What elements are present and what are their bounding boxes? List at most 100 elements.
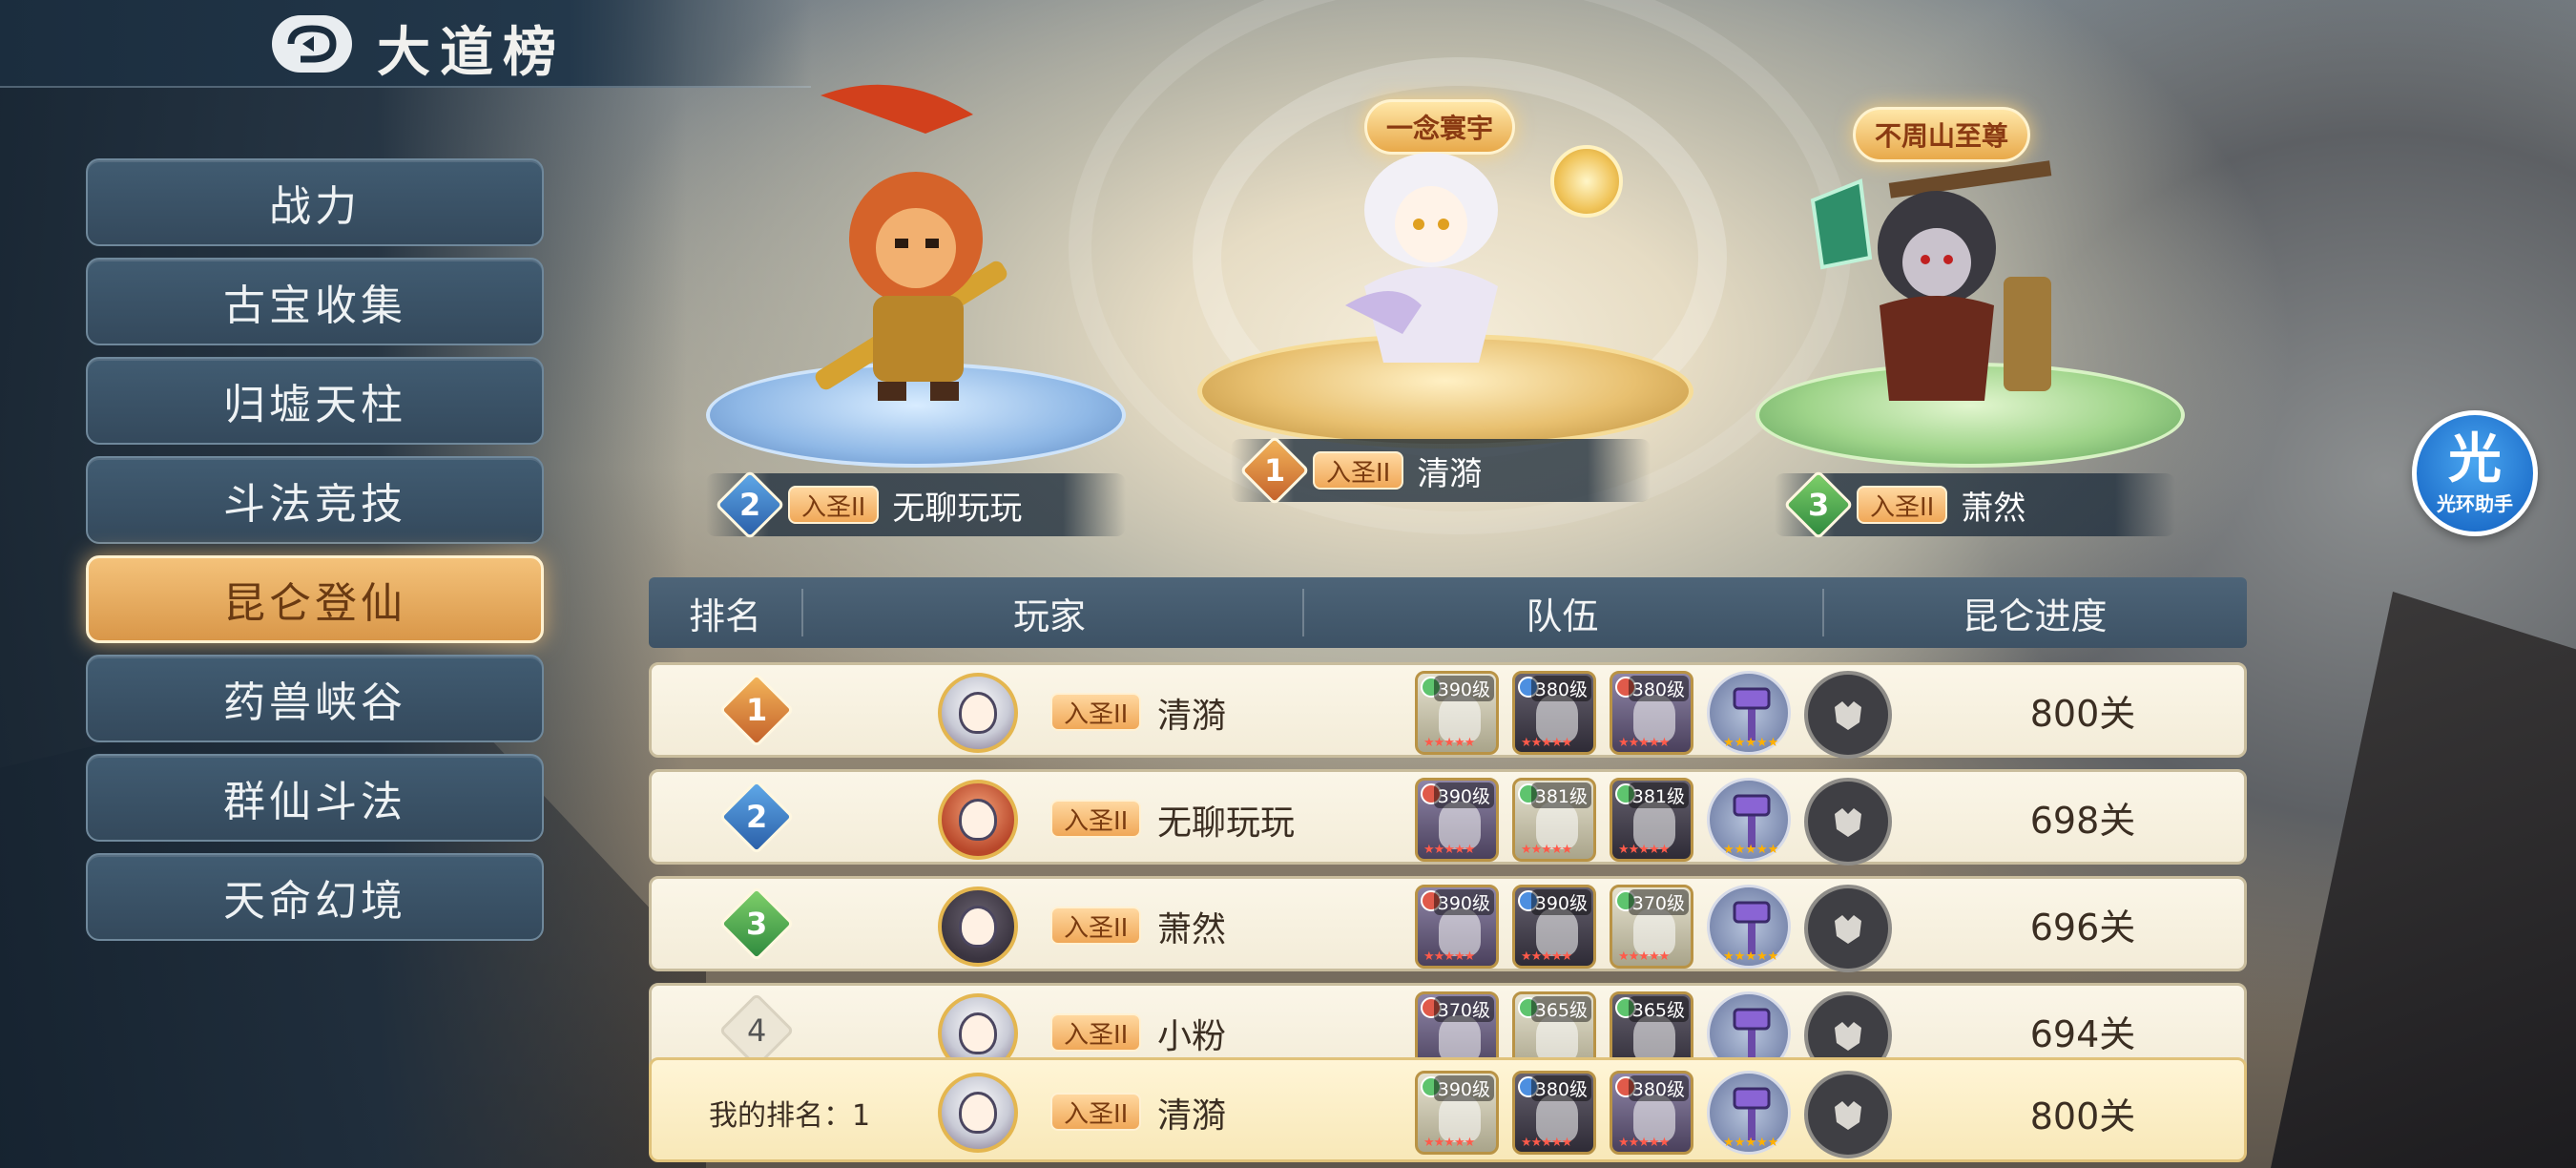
rank-cell: 1 [718,672,795,748]
player-name[interactable]: 清漪 [1157,688,1226,738]
hero-monkey-king[interactable] [782,76,1030,401]
unit-portrait[interactable]: 381级 ★★★★★ [1610,778,1693,862]
player-name[interactable]: 清漪 [1417,448,1482,494]
star-icon: ★★★★★ [1618,949,1670,964]
star-icon: ★★★★★ [1423,736,1475,750]
unit-portrait[interactable]: 390级 ★★★★★ [1415,1071,1499,1155]
star-icon: ★★★★★ [1521,736,1572,750]
avatar[interactable] [938,886,1018,967]
rank-cell: 3 [718,886,795,962]
background-rock [2271,592,2576,1168]
unit-level: 380级 [1628,1075,1689,1101]
rank-cell: 4 [718,992,795,1069]
hero-dark-cultivator[interactable] [1803,143,2080,410]
player-name[interactable]: 小粉 [1157,1009,1226,1058]
table-row[interactable]: 1 入圣II 清漪 390级 ★★★★★ 380级 ★★★★★ 380级 ★★★★★ … [649,662,2247,759]
hammer-icon[interactable]: ★★★★★ [1707,671,1791,755]
realm-badge: 入圣II [1050,907,1142,945]
kunlun-progress: 800关 [2029,1095,2136,1137]
unit-figure [1439,1015,1481,1063]
star-icon: ★★★★★ [1618,1136,1670,1150]
pet-icon[interactable] [1804,778,1892,866]
hammer-icon[interactable]: ★★★★★ [1707,1071,1791,1155]
star-icon: ★★★★★ [1723,843,1779,857]
my-rank-label: 我的排名：1 [709,1099,871,1133]
player-name[interactable]: 清漪 [1157,1088,1226,1137]
pet-icon[interactable] [1804,671,1892,759]
sidebar-item-guixu-pillar[interactable]: 归墟天柱 [86,357,544,445]
unit-level: 365级 [1530,996,1591,1022]
column-kunlun-progress: 昆仑进度 [1962,594,2108,637]
unit-portrait[interactable]: 380级 ★★★★★ [1512,671,1596,755]
rank-badge-2: 2 [715,469,785,540]
back-icon[interactable] [272,15,352,73]
pet-icon[interactable] [1804,885,1892,972]
unit-level: 370级 [1433,996,1494,1022]
assistant-label: 光环助手 [2437,491,2513,515]
avatar-face [959,1012,997,1054]
rank-badge-1: 1 [1239,435,1310,506]
star-icon: ★★★★★ [1723,1136,1779,1150]
column-player: 玩家 [1012,594,1086,637]
unit-figure [1536,1015,1578,1063]
unit-level: 390级 [1530,889,1591,915]
avatar-face [959,906,997,948]
player-name[interactable]: 无聊玩玩 [892,482,1022,529]
sidebar-item-destiny-realm[interactable]: 天命幻境 [86,853,544,941]
star-icon: ★★★★★ [1723,949,1779,964]
avatar[interactable] [938,780,1018,860]
table-row[interactable]: 3 入圣II 萧然 390级 ★★★★★ 390级 ★★★★★ 370级 ★★★★★ … [649,876,2247,972]
ranking-table-header: 排名 玩家 队伍 昆仑进度 [649,577,2247,648]
hammer-icon[interactable]: ★★★★★ [1707,778,1791,862]
table-row[interactable]: 2 入圣II 无聊玩玩 390级 ★★★★★ 381级 ★★★★★ 381级 ★★★★… [649,769,2247,866]
player-name[interactable]: 萧然 [1961,482,2025,529]
unit-portrait[interactable]: 390级 ★★★★★ [1415,778,1499,862]
my-rank-row[interactable]: 我的排名：1 入圣II 清漪 390级 ★★★★★ 380级 ★★★★★ 380级 ★… [649,1057,2247,1162]
avatar[interactable] [938,673,1018,753]
assistant-glyph: 光 [2448,428,2502,490]
sidebar-item-immortal-duel[interactable]: 群仙斗法 [86,754,544,842]
kunlun-progress: 698关 [2029,799,2136,842]
assistant-button[interactable]: 光 光环助手 [2412,410,2538,536]
podium-nameplate-second: 2 入圣II 无聊玩玩 [706,469,1126,540]
team-lineup: 390级 ★★★★★ 380级 ★★★★★ 380级 ★★★★★ ★★★★★ [1415,671,1892,759]
realm-badge: 入圣II [1050,800,1142,838]
unit-portrait[interactable]: 370级 ★★★★★ [1610,885,1693,969]
unit-level: 390级 [1433,889,1494,915]
realm-badge: 入圣II [1050,1013,1142,1052]
realm-badge: 入圣II [1313,451,1404,490]
team-lineup: 390级 ★★★★★ 380级 ★★★★★ 380级 ★★★★★ ★★★★★ [1415,1071,1892,1158]
sidebar-item-beast-valley[interactable]: 药兽峡谷 [86,655,544,742]
realm-badge: 入圣II [1050,1093,1142,1131]
podium-nameplate-third: 3 入圣II 萧然 [1775,469,2175,540]
star-icon: ★★★★★ [1521,1136,1572,1150]
player-name[interactable]: 萧然 [1157,902,1226,951]
unit-portrait[interactable]: 380级 ★★★★★ [1610,1071,1693,1155]
unit-level: 380级 [1530,676,1591,701]
star-icon: ★★★★★ [1423,949,1475,964]
realm-badge: 入圣II [1857,486,1948,524]
unit-portrait[interactable]: 390级 ★★★★★ [1512,885,1596,969]
sidebar-item-combat-power[interactable]: 战力 [86,158,544,246]
sidebar-item-ancient-treasure[interactable]: 古宝收集 [86,258,544,345]
unit-level: 365级 [1628,996,1689,1022]
unit-portrait[interactable]: 380级 ★★★★★ [1610,671,1693,755]
rank-badge-1: 1 [718,672,795,748]
pet-icon[interactable] [1804,1071,1892,1158]
podium-nameplate-first: 1 入圣II 清漪 [1231,435,1651,506]
unit-level: 370级 [1628,889,1689,915]
unit-portrait[interactable]: 390级 ★★★★★ [1415,885,1499,969]
hammer-icon[interactable]: ★★★★★ [1707,885,1791,969]
sidebar-item-kunlun-ascension[interactable]: 昆仑登仙 [86,555,544,643]
star-icon: ★★★★★ [1618,843,1670,857]
avatar[interactable] [938,1073,1018,1153]
star-icon: ★★★★★ [1423,1136,1475,1150]
unit-portrait[interactable]: 380级 ★★★★★ [1512,1071,1596,1155]
unit-portrait[interactable]: 381级 ★★★★★ [1512,778,1596,862]
hero-white-haired-immortal[interactable] [1307,143,1555,363]
unit-level: 390级 [1433,676,1494,701]
star-icon: ★★★★★ [1618,736,1670,750]
unit-portrait[interactable]: 390级 ★★★★★ [1415,671,1499,755]
player-name[interactable]: 无聊玩玩 [1157,795,1295,845]
sidebar-item-duel-arena[interactable]: 斗法竞技 [86,456,544,544]
